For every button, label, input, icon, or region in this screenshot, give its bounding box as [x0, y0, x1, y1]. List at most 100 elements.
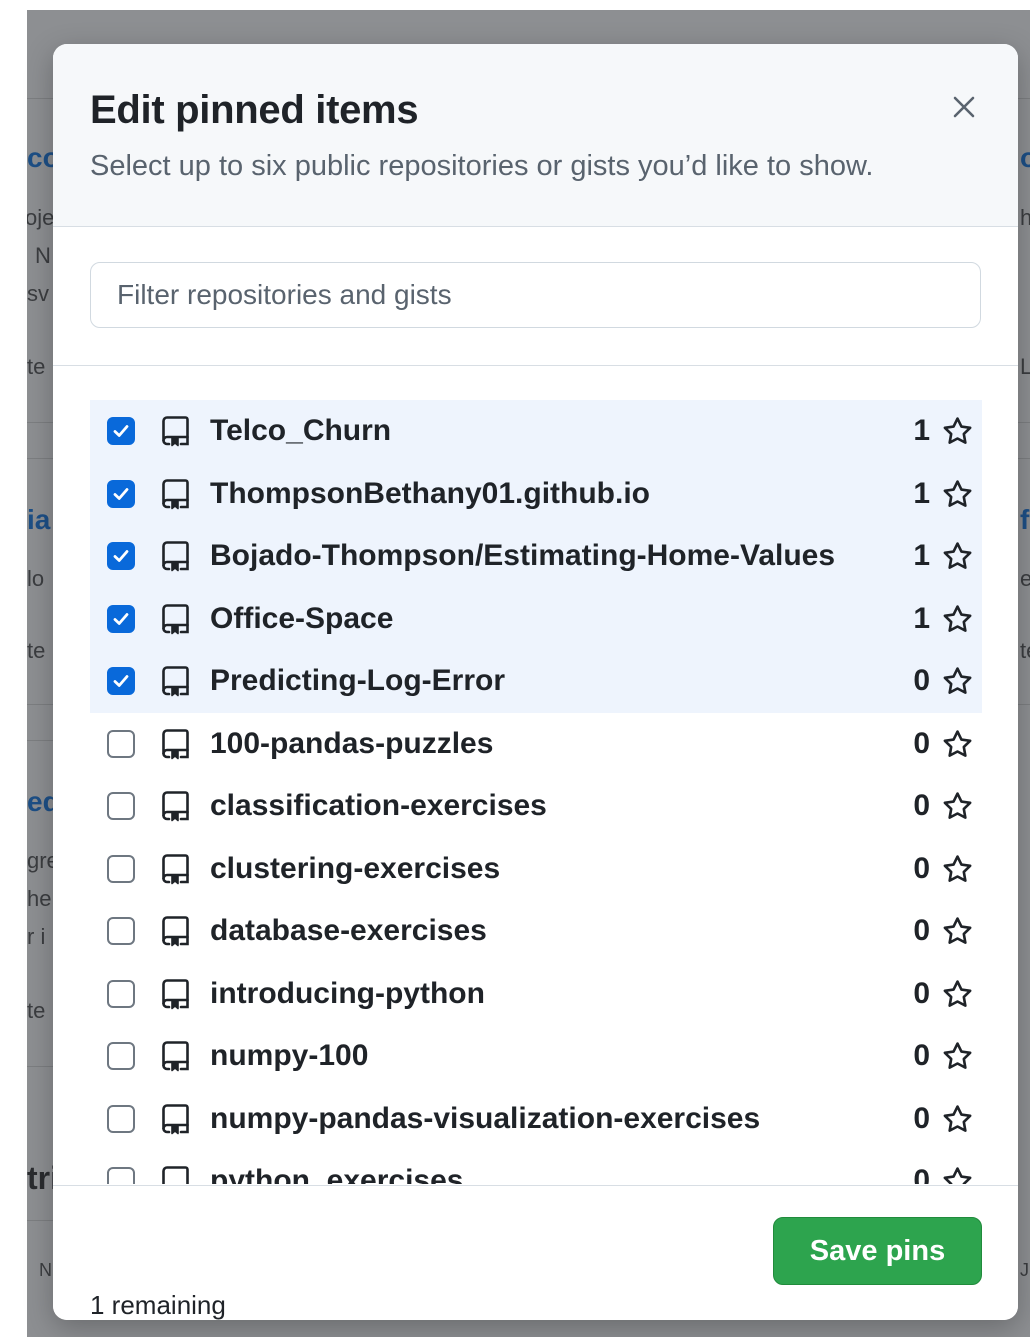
star-icon — [941, 415, 974, 448]
repo-row[interactable]: Predicting-Log-Error 0 — [90, 650, 982, 713]
repo-name: ThompsonBethany01.github.io — [210, 476, 650, 510]
star-icon — [941, 728, 974, 761]
star-icon — [941, 853, 974, 886]
repo-row[interactable]: numpy-pandas-visualization-exercises 0 — [90, 1088, 982, 1151]
bg-text-fragment: h — [1020, 205, 1030, 230]
save-pins-button[interactable]: Save pins — [773, 1217, 982, 1285]
repo-checkbox[interactable] — [107, 1042, 135, 1070]
repo-name: python_exercises — [210, 1164, 464, 1184]
repo-row[interactable]: numpy-100 0 — [90, 1025, 982, 1088]
remaining-count: 1 remaining — [90, 1290, 226, 1320]
top-strip — [0, 0, 1030, 10]
dialog-footer: 1 remaining Save pins — [53, 1185, 1018, 1320]
bg-text-fragment: N — [35, 243, 51, 268]
star-icon — [941, 1165, 974, 1184]
star-icon — [941, 978, 974, 1011]
repo-row[interactable]: python_exercises 0 — [90, 1150, 982, 1184]
repo-checkbox[interactable] — [107, 417, 135, 445]
repo-row[interactable]: clustering-exercises 0 — [90, 838, 982, 901]
repo-checkbox[interactable] — [107, 542, 135, 570]
bg-text-fragment: he — [27, 886, 52, 911]
star-count: 1 — [913, 476, 930, 510]
bg-text-fragment: te — [27, 638, 46, 663]
repo-checkbox[interactable] — [107, 604, 135, 633]
check-icon — [113, 487, 129, 500]
edit-pinned-items-dialog: Edit pinned items Select up to six publi… — [53, 44, 1018, 1320]
bg-text-fragment: J — [1020, 1260, 1029, 1280]
star-count: 0 — [913, 1164, 930, 1184]
repo-checkbox[interactable] — [107, 792, 135, 820]
check-icon — [113, 675, 129, 687]
repo-row[interactable]: classification-exercises 0 — [90, 775, 982, 838]
repo-checkbox[interactable] — [107, 854, 135, 883]
star-icon — [941, 915, 974, 948]
repo-name: clustering-exercises — [210, 851, 501, 885]
repo-icon — [161, 728, 191, 760]
repo-name: classification-exercises — [210, 789, 547, 822]
close-button[interactable] — [941, 84, 987, 130]
repo-row[interactable]: database-exercises 0 — [90, 900, 982, 963]
bg-divider — [1017, 422, 1030, 423]
repo-checkbox[interactable] — [107, 979, 135, 1008]
repo-name: database-exercises — [210, 914, 487, 947]
repo-checkbox[interactable] — [107, 1104, 135, 1133]
repo-checkbox[interactable] — [107, 729, 135, 758]
star-count: 0 — [913, 1039, 930, 1072]
repo-row[interactable]: 100-pandas-puzzles 0 — [90, 713, 982, 776]
bg-divider — [1017, 458, 1030, 459]
bg-text-fragment: oje — [27, 205, 55, 230]
star-count: 0 — [913, 851, 930, 885]
repo-row[interactable]: Office-Space 1 — [90, 587, 982, 650]
dialog-title: Edit pinned items — [90, 88, 419, 132]
star-icon — [941, 665, 974, 698]
star-count: 0 — [913, 1101, 930, 1135]
star-icon — [941, 603, 974, 636]
repo-checkbox[interactable] — [107, 479, 135, 508]
repo-name: numpy-100 — [210, 1039, 369, 1072]
star-icon — [941, 540, 974, 573]
repo-icon — [161, 1165, 191, 1184]
repo-name: Bojado-Thompson/Estimating-Home-Values — [210, 539, 836, 572]
star-count: 0 — [913, 914, 930, 947]
check-icon — [113, 425, 129, 437]
repo-name: numpy-pandas-visualization-exercises — [210, 1101, 761, 1135]
filter-input[interactable] — [90, 262, 981, 328]
repo-icon — [161, 1040, 191, 1072]
bg-divider — [1017, 98, 1030, 99]
dialog-header: Edit pinned items Select up to six publi… — [53, 44, 1018, 227]
repo-icon — [161, 540, 191, 572]
bg-text-fragment: te — [27, 354, 46, 379]
bg-text-fragment: lo — [27, 566, 45, 591]
repo-checkbox[interactable] — [107, 667, 135, 695]
star-count: 0 — [913, 664, 930, 697]
bg-text-fragment: L — [1020, 354, 1030, 379]
star-icon — [941, 1103, 974, 1136]
check-icon — [113, 550, 129, 562]
star-count: 1 — [913, 601, 930, 635]
repo-row[interactable]: Telco_Churn 1 — [90, 400, 982, 463]
repo-name: 100-pandas-puzzles — [210, 726, 494, 760]
bg-text-fragment: o — [1020, 142, 1030, 173]
close-icon — [953, 96, 975, 118]
star-icon — [941, 790, 974, 823]
repository-list[interactable]: Telco_Churn 1 ThompsonBethany01.github.io 1… — [90, 400, 982, 1184]
repo-row[interactable]: introducing-python 0 — [90, 963, 982, 1026]
bg-divider — [1017, 704, 1030, 705]
bg-text-fragment: te — [1020, 638, 1030, 663]
repo-name: Predicting-Log-Error — [210, 664, 506, 697]
repo-icon — [161, 478, 191, 510]
repo-icon — [161, 415, 191, 447]
repo-row[interactable]: ThompsonBethany01.github.io 1 — [90, 462, 982, 525]
repo-name: Office-Space — [210, 601, 394, 635]
star-icon — [941, 478, 974, 511]
star-icon — [941, 1040, 974, 1073]
repo-icon — [161, 790, 191, 822]
repo-icon — [161, 978, 191, 1010]
repo-icon — [161, 915, 191, 947]
repo-checkbox[interactable] — [107, 917, 135, 945]
repo-name: Telco_Churn — [210, 414, 392, 447]
star-count: 0 — [913, 726, 930, 760]
repo-checkbox[interactable] — [107, 1167, 135, 1184]
repo-row[interactable]: Bojado-Thompson/Estimating-Home-Values 1 — [90, 525, 982, 588]
repo-icon — [161, 1103, 191, 1135]
